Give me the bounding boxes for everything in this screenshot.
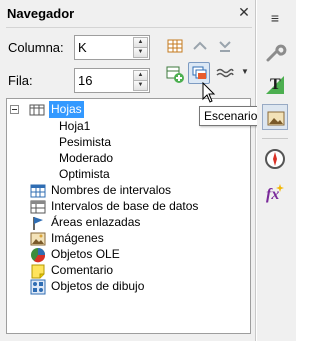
row-input[interactable] [78, 72, 132, 89]
tree-item-images[interactable]: Imágenes [7, 230, 250, 247]
tree-item-label: Objetos de dibujo [51, 279, 145, 293]
gallery-icon[interactable] [262, 104, 288, 130]
styles-icon[interactable]: T [262, 72, 288, 98]
tree-item-label: Comentario [51, 263, 114, 277]
navigator-icon[interactable] [262, 146, 288, 172]
collapse-icon[interactable] [10, 105, 19, 114]
row-decrement-button[interactable]: ▼ [133, 80, 148, 91]
close-button[interactable]: ✕ [236, 4, 252, 20]
mouse-cursor-icon [202, 82, 216, 103]
tree-item-sheet[interactable]: Optimista [59, 166, 110, 183]
comment-icon [30, 263, 46, 279]
tree-item-label: Nombres de intervalos [51, 183, 172, 197]
tree-item-linked-areas[interactable]: Áreas enlazadas [7, 214, 250, 231]
title-divider [6, 27, 252, 28]
properties-icon[interactable] [262, 40, 288, 66]
toggle-icon[interactable] [214, 35, 236, 57]
column-decrement-button[interactable]: ▼ [133, 47, 148, 58]
tree-item-sheet[interactable]: Hoja1 [59, 118, 90, 135]
linked-areas-icon [30, 215, 46, 231]
document-select-icon[interactable] [214, 63, 236, 85]
tree-item-range-names[interactable]: Nombres de intervalos [7, 182, 250, 199]
row-spinbox[interactable]: ▲ ▼ [74, 68, 150, 93]
images-icon [30, 231, 46, 247]
tree-item-comment[interactable]: Comentario [7, 262, 250, 279]
sidebar-menu-icon[interactable]: ≡ [262, 5, 288, 31]
functions-icon[interactable]: fx [262, 180, 288, 206]
content-tree[interactable]: Hojas Hoja1 Pesimista Moderado Optimista… [6, 98, 251, 334]
ole-objects-icon [30, 247, 46, 263]
tree-item-sheet[interactable]: Moderado [59, 150, 113, 167]
column-spinbox[interactable]: ▲ ▼ [74, 35, 150, 60]
drag-mode-icon[interactable] [164, 63, 186, 85]
drawing-objects-icon [30, 279, 46, 295]
range-names-icon [30, 183, 46, 199]
chevron-down-icon[interactable]: ▼ [241, 67, 249, 76]
data-range-icon[interactable] [164, 35, 186, 57]
sheets-label: Hojas [49, 101, 84, 118]
tree-item-ole-objects[interactable]: Objetos OLE [7, 246, 250, 263]
database-ranges-icon [30, 199, 46, 215]
column-input[interactable] [78, 39, 132, 56]
up-arrow-icon[interactable] [189, 35, 211, 57]
svg-text:T: T [270, 76, 281, 93]
scenarios-icon[interactable] [188, 62, 210, 84]
tree-item-database-ranges[interactable]: Intervalos de base de datos [7, 198, 250, 215]
tree-item-label: Imágenes [51, 231, 104, 245]
navigator-panel: Navegador ✕ Columna: ▲ ▼ Fila: ▲ ▼ ▼ [0, 0, 269, 341]
tree-item-drawing-objects[interactable]: Objetos de dibujo [7, 278, 250, 295]
tree-item-label: Intervalos de base de datos [51, 199, 199, 213]
tree-item-label: Áreas enlazadas [51, 215, 141, 229]
tree-item-label: Objetos OLE [51, 247, 120, 261]
column-label: Columna: [8, 40, 64, 55]
tree-item-sheet[interactable]: Pesimista [59, 134, 111, 151]
row-label: Fila: [8, 73, 33, 88]
svg-text:fx: fx [266, 186, 279, 203]
sheets-icon [29, 102, 45, 118]
sidebar-separator [262, 138, 288, 139]
panel-title: Navegador [7, 6, 75, 21]
